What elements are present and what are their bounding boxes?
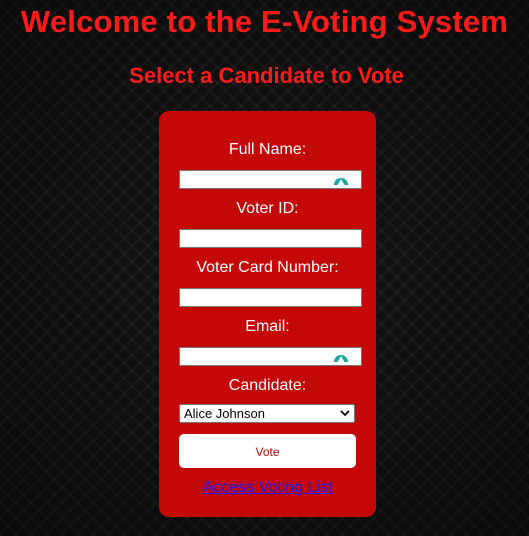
voter-id-input[interactable] [179, 229, 362, 248]
candidate-label: Candidate: [228, 377, 307, 394]
voter-card-number-input[interactable] [179, 288, 362, 307]
page-title: Welcome to the E-Voting System [20, 4, 509, 39]
password-manager-icon[interactable] [333, 172, 349, 188]
full-name-label: Full Name: [228, 141, 307, 158]
vote-button[interactable]: Vote [179, 434, 356, 468]
email-label: Email: [245, 318, 290, 335]
voter-card-number-label: Voter Card Number: [196, 259, 339, 276]
voter-id-label: Voter ID: [236, 200, 299, 217]
voting-form-card: Full Name: Voter ID: Voter Card Number: … [159, 111, 376, 517]
access-voting-list-link[interactable]: Access Voting List [159, 479, 376, 497]
page-subtitle: Select a Candidate to Vote [129, 63, 404, 88]
chevron-down-icon [340, 410, 350, 417]
candidate-select[interactable]: Alice Johnson [179, 404, 355, 423]
password-manager-icon[interactable] [333, 349, 349, 365]
candidate-selected-value: Alice Johnson [184, 406, 265, 421]
